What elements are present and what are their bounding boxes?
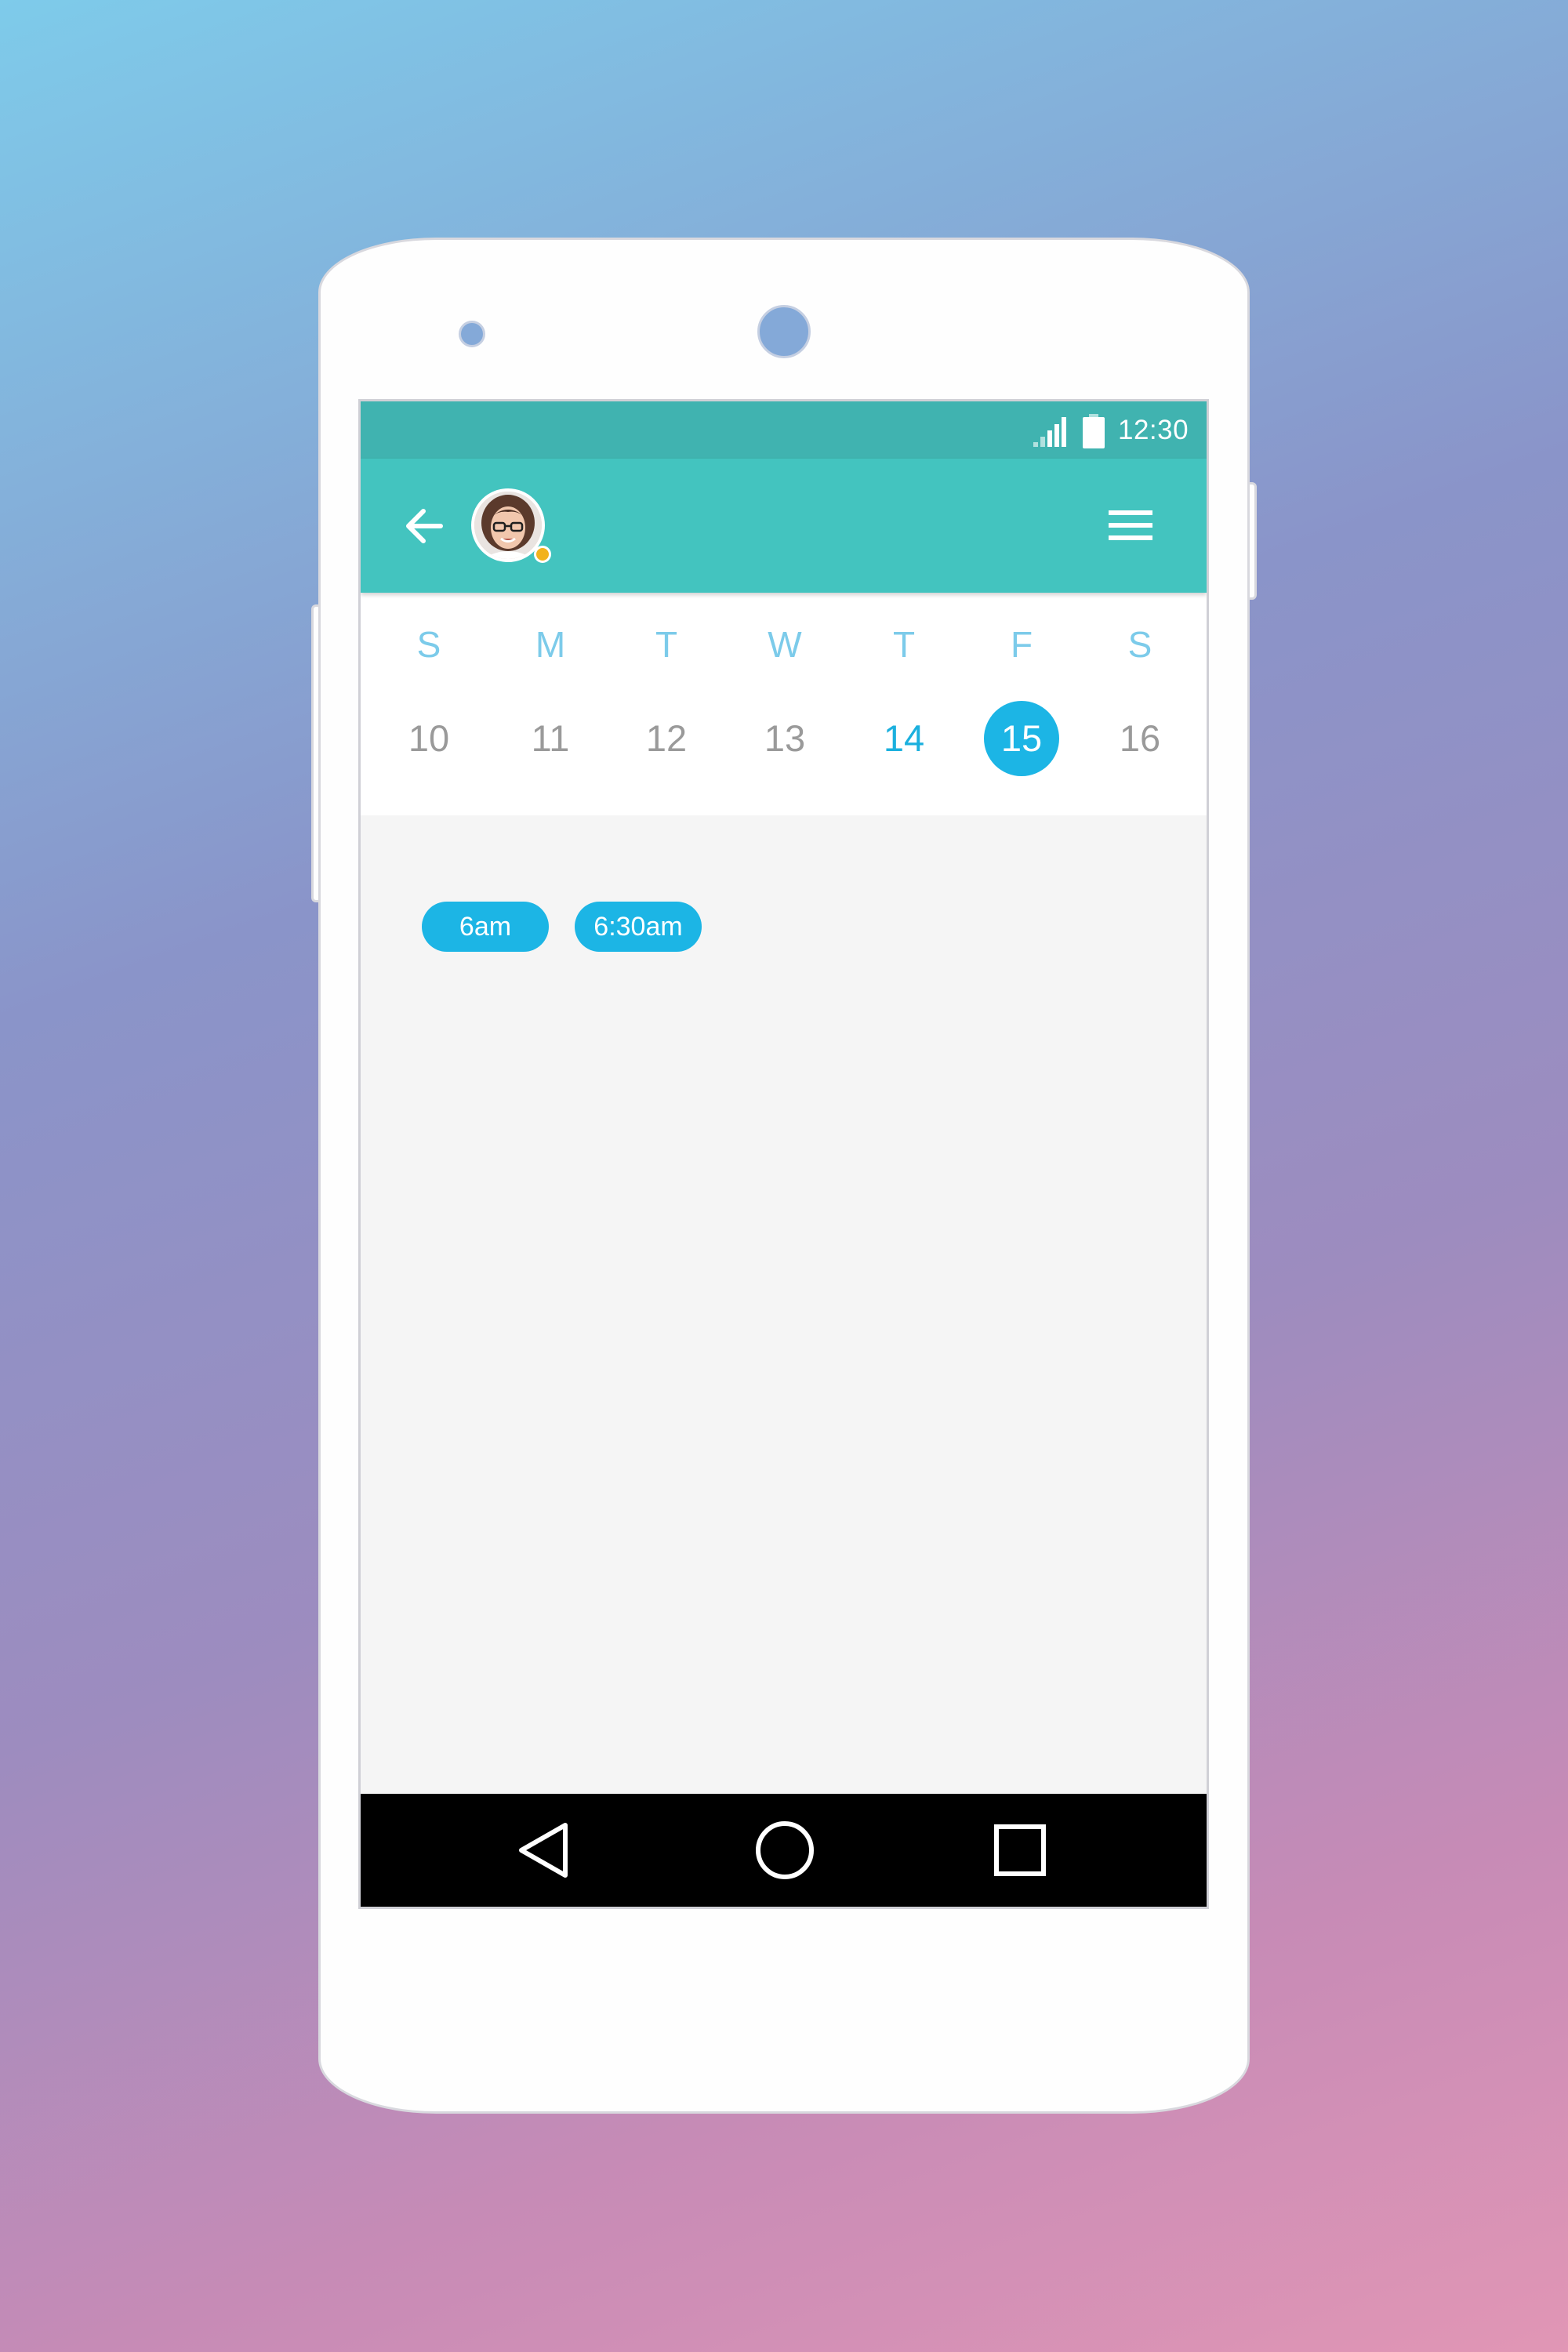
date-cell-selected[interactable]: 15 bbox=[984, 701, 1059, 776]
week-strip: S 10 M 11 T 12 W 13 T 14 F 15 S 16 bbox=[361, 593, 1207, 815]
weekday-label: T bbox=[892, 624, 916, 665]
hamburger-menu-icon[interactable] bbox=[1105, 504, 1156, 546]
status-bar: 12:30 bbox=[361, 401, 1207, 459]
app-bar bbox=[361, 459, 1207, 593]
front-camera bbox=[459, 321, 485, 347]
weekday-label: F bbox=[1010, 624, 1033, 665]
date-cell-today[interactable]: 14 bbox=[866, 701, 942, 776]
earpiece-speaker bbox=[757, 305, 811, 358]
weekday-label: S bbox=[1127, 624, 1152, 665]
weekday-label: M bbox=[535, 624, 566, 665]
day-column: S 16 bbox=[1093, 593, 1187, 815]
weekday-label: T bbox=[655, 624, 678, 665]
date-cell[interactable]: 10 bbox=[391, 701, 466, 776]
square-recents-icon[interactable] bbox=[989, 1819, 1051, 1882]
day-column: F 15 bbox=[975, 593, 1069, 815]
system-nav-bar bbox=[361, 1794, 1207, 1907]
circle-home-icon[interactable] bbox=[753, 1819, 816, 1882]
user-avatar-icon bbox=[474, 492, 542, 559]
triangle-back-icon[interactable] bbox=[514, 1819, 576, 1882]
status-time: 12:30 bbox=[1118, 415, 1189, 445]
date-cell[interactable]: 16 bbox=[1102, 701, 1178, 776]
time-slot-chip[interactable]: 6:30am bbox=[575, 902, 702, 952]
day-column: M 11 bbox=[503, 593, 597, 815]
day-column: S 10 bbox=[382, 593, 476, 815]
phone-screen: 12:30 S 10 M 11 T 12 W 13 T 14 F 15 S 16… bbox=[358, 399, 1209, 1909]
day-column: T 14 bbox=[857, 593, 951, 815]
weekday-label: S bbox=[416, 624, 441, 665]
weekday-label: W bbox=[768, 624, 802, 665]
battery-icon bbox=[1083, 414, 1105, 448]
presence-dot bbox=[534, 546, 551, 563]
day-column: W 13 bbox=[738, 593, 832, 815]
time-slot-chip[interactable]: 6am bbox=[422, 902, 549, 952]
date-cell[interactable]: 11 bbox=[513, 701, 588, 776]
signal-icon bbox=[1033, 417, 1066, 447]
date-cell[interactable]: 12 bbox=[629, 701, 704, 776]
day-column: T 12 bbox=[619, 593, 713, 815]
arrow-back-icon[interactable] bbox=[400, 502, 448, 550]
date-cell[interactable]: 13 bbox=[747, 701, 822, 776]
